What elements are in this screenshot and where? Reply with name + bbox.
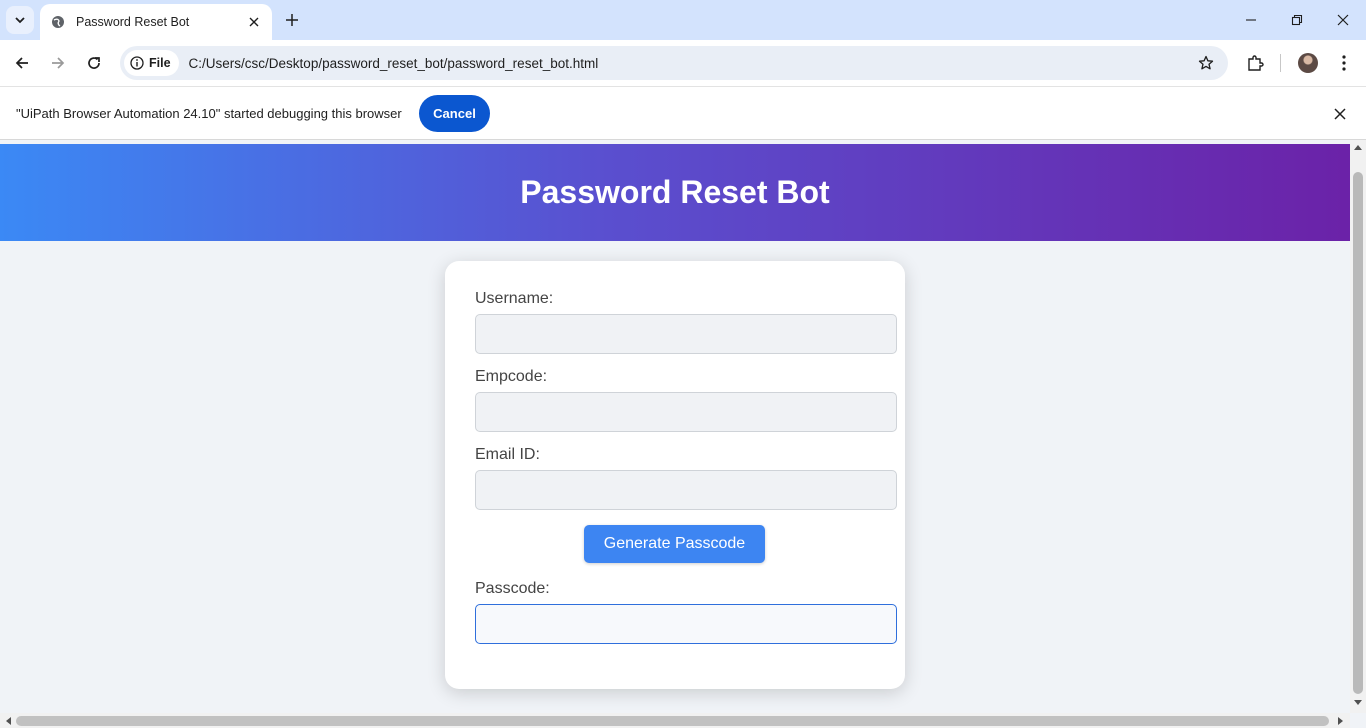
horizontal-scrollbar[interactable] (0, 713, 1350, 728)
passcode-input[interactable] (475, 604, 897, 644)
restore-icon (1291, 14, 1303, 26)
email-label: Email ID: (475, 446, 540, 463)
browser-tab[interactable]: Password Reset Bot (40, 4, 272, 40)
address-bar[interactable]: File C:/Users/csc/Desktop/password_reset… (120, 46, 1228, 80)
scroll-down-icon[interactable] (1354, 700, 1362, 706)
page-header: Password Reset Bot (0, 144, 1350, 241)
cancel-debugging-button[interactable]: Cancel (419, 95, 490, 132)
username-input[interactable] (475, 314, 897, 354)
globe-icon (50, 14, 66, 30)
back-icon (15, 57, 28, 69)
reload-icon (88, 57, 100, 69)
infobar-message: "UiPath Browser Automation 24.10" starte… (16, 106, 402, 121)
browser-toolbar: File C:/Users/csc/Desktop/password_reset… (0, 40, 1366, 86)
chevron-down-icon (15, 17, 25, 24)
username-label: Username: (475, 290, 554, 307)
page-viewport: Password Reset Bot Username: Empcode: Em… (0, 140, 1350, 713)
generate-passcode-button[interactable]: Generate Passcode (584, 525, 765, 563)
infobar-close-button[interactable] (1331, 105, 1349, 123)
minimize-button[interactable] (1228, 0, 1274, 40)
url-text: C:/Users/csc/Desktop/password_reset_bot/… (188, 55, 599, 71)
new-tab-button[interactable] (280, 8, 304, 32)
scroll-right-icon[interactable] (1338, 717, 1344, 725)
restore-button[interactable] (1274, 0, 1320, 40)
toolbar-divider (1280, 54, 1281, 72)
back-button[interactable] (8, 49, 36, 77)
reload-button[interactable] (80, 49, 108, 77)
tab-close-icon[interactable] (246, 14, 262, 30)
forward-icon (52, 57, 65, 69)
plus-icon (286, 14, 298, 26)
scroll-up-icon[interactable] (1354, 144, 1362, 150)
horizontal-scroll-thumb[interactable] (16, 716, 1329, 726)
empcode-label: Empcode: (475, 368, 548, 385)
bookmark-star-button[interactable] (1196, 53, 1216, 73)
extensions-icon (1248, 55, 1264, 71)
tab-title: Password Reset Bot (76, 15, 190, 29)
close-icon (1334, 108, 1346, 120)
star-icon (1198, 55, 1214, 70)
passcode-label: Passcode: (475, 580, 550, 597)
close-icon (1337, 14, 1349, 26)
more-icon (1342, 55, 1346, 71)
tab-search-button[interactable] (6, 6, 34, 34)
scroll-left-icon[interactable] (5, 717, 11, 725)
reset-form-card: Username: Empcode: Email ID: Generate Pa… (445, 261, 905, 689)
forward-button[interactable] (44, 49, 72, 77)
minimize-icon (1246, 19, 1256, 21)
page-title: Password Reset Bot (520, 174, 830, 210)
tab-strip: Password Reset Bot (0, 0, 1366, 40)
email-input[interactable] (475, 470, 897, 510)
menu-button[interactable] (1332, 51, 1356, 75)
vertical-scroll-thumb[interactable] (1353, 172, 1363, 694)
site-info-chip[interactable]: File (124, 50, 179, 76)
empcode-input[interactable] (475, 392, 897, 432)
vertical-scrollbar[interactable] (1350, 140, 1366, 713)
profile-avatar[interactable] (1298, 53, 1318, 73)
extensions-button[interactable] (1243, 51, 1267, 75)
chip-label: File (149, 56, 171, 70)
info-icon (130, 56, 144, 70)
debugging-infobar: "UiPath Browser Automation 24.10" starte… (0, 86, 1366, 140)
window-close-button[interactable] (1320, 0, 1366, 40)
